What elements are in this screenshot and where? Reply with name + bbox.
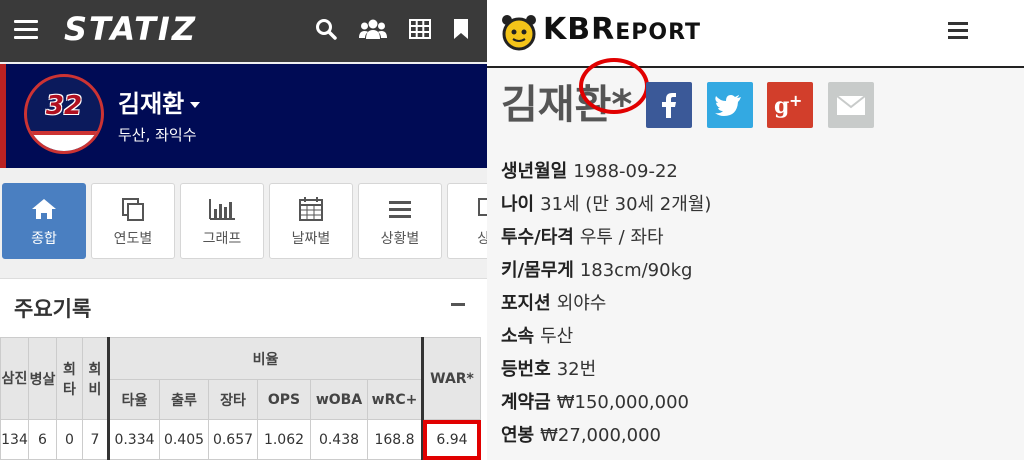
facebook-share-button[interactable] bbox=[646, 82, 692, 128]
tab-by-year[interactable]: 연도별 bbox=[91, 183, 175, 259]
info-row-team: 소속 두산 bbox=[501, 326, 574, 347]
col-header-gidp: 병살 bbox=[28, 337, 57, 420]
caret-down-icon bbox=[190, 102, 201, 108]
email-share-button[interactable] bbox=[828, 82, 874, 128]
kbreport-panel: KBREPORT 김재환* g + 생년월일 1988-09-22 나이 31세 (만… bbox=[487, 0, 1024, 460]
kbreport-logo[interactable]: KBREPORT bbox=[543, 12, 701, 47]
section-title: 주요기록 bbox=[14, 297, 92, 321]
red-circle-annotation bbox=[579, 58, 649, 114]
table-cell: 0 bbox=[56, 419, 83, 460]
info-row-throw-bat: 투수/타격 우투 / 좌타 bbox=[501, 227, 664, 248]
calendar-icon bbox=[299, 197, 323, 221]
twitter-share-button[interactable] bbox=[707, 82, 753, 128]
bar-chart-icon bbox=[209, 199, 235, 220]
search-icon[interactable] bbox=[315, 18, 337, 40]
tab-by-situation[interactable]: 상황별 bbox=[358, 183, 442, 259]
facebook-icon bbox=[662, 93, 676, 118]
table-cell: 6 bbox=[28, 419, 57, 460]
bookmark-icon[interactable] bbox=[453, 18, 469, 40]
table-cell: 0.334 bbox=[107, 419, 160, 460]
statiz-topbar: STATIZ bbox=[0, 0, 487, 62]
table-cell: 168.8 bbox=[367, 419, 423, 460]
tab-graph[interactable]: 그래프 bbox=[180, 183, 264, 259]
info-row-salary: 연봉 ₩27,000,000 bbox=[501, 425, 661, 446]
statiz-logo[interactable]: STATIZ bbox=[64, 10, 197, 48]
tab-by-date[interactable]: 날짜별 bbox=[269, 183, 353, 259]
table-cell: 0.405 bbox=[159, 419, 209, 460]
stats-table: 삼진 병살 희타 희비 비율 WAR* 타율 출루 장타 OPS wOBA wR… bbox=[0, 337, 481, 460]
info-row-height-weight: 키/몸무게 183cm/90kg bbox=[501, 260, 693, 281]
kbreport-header: KBREPORT bbox=[487, 0, 1024, 68]
copy-icon bbox=[122, 198, 144, 221]
statiz-panel: STATIZ 32 김재환 두산, 좌익수 종합 연도별 그래프 날짜별 상황별… bbox=[0, 0, 487, 460]
war-value-highlight: 6.94 bbox=[421, 419, 481, 460]
copy-icon bbox=[478, 198, 487, 216]
info-row-age: 나이 31세 (만 30세 2개월) bbox=[501, 194, 712, 215]
player-header: 32 김재환 두산, 좌익수 bbox=[0, 64, 487, 168]
player-name-dropdown[interactable]: 김재환 bbox=[118, 84, 201, 119]
col-header-war: WAR* bbox=[421, 337, 481, 420]
player-info-list: 생년월일 1988-09-22 나이 31세 (만 30세 2개월) 투수/타격 우투… bbox=[501, 158, 711, 455]
table-cell: 0.438 bbox=[310, 419, 368, 460]
svg-text:+: + bbox=[789, 91, 802, 110]
table-cell: 134 bbox=[0, 419, 29, 460]
table-cell: 7 bbox=[82, 419, 109, 460]
info-row-birthdate: 생년월일 1988-09-22 bbox=[501, 161, 678, 182]
tab-more[interactable]: 상H bbox=[447, 183, 487, 259]
email-icon bbox=[836, 95, 866, 115]
col-header-woba: wOBA bbox=[310, 379, 368, 420]
table-row: 134 6 0 7 0.334 0.405 0.657 1.062 0.438 … bbox=[0, 419, 481, 460]
player-number-badge: 32 bbox=[24, 74, 104, 154]
info-row-signing-bonus: 계약금 ₩150,000,000 bbox=[501, 392, 689, 413]
list-icon bbox=[389, 201, 411, 218]
info-row-position: 포지션 외야수 bbox=[501, 293, 607, 314]
key-stats-section: 주요기록 삼진 병살 희타 희비 비율 WAR* 타율 출루 장타 OPS wO… bbox=[0, 278, 487, 460]
menu-icon[interactable] bbox=[14, 20, 38, 40]
table-cell: 0.657 bbox=[208, 419, 258, 460]
col-header-ops: OPS bbox=[257, 379, 311, 420]
table-icon[interactable] bbox=[409, 19, 431, 39]
google-plus-share-button[interactable]: g + bbox=[767, 82, 813, 128]
col-header-strikeouts: 삼진 bbox=[0, 337, 29, 420]
collapse-icon[interactable] bbox=[451, 303, 465, 306]
topbar-icons bbox=[315, 18, 469, 40]
col-header-avg: 타율 bbox=[107, 379, 160, 420]
player-team-position: 두산, 좌익수 bbox=[118, 126, 197, 144]
rates-group-header: 비율 bbox=[107, 337, 423, 380]
home-icon bbox=[32, 199, 56, 219]
users-icon[interactable] bbox=[359, 18, 387, 40]
col-header-sac-bunt: 희타 bbox=[56, 337, 83, 420]
table-cell: 1.062 bbox=[257, 419, 311, 460]
menu-icon[interactable] bbox=[948, 22, 968, 40]
tab-summary[interactable]: 종합 bbox=[2, 183, 86, 259]
info-row-number: 등번호 32번 bbox=[501, 359, 597, 380]
col-header-sac-fly: 희비 bbox=[82, 337, 109, 420]
svg-text:g: g bbox=[774, 93, 789, 119]
stat-tabs: 종합 연도별 그래프 날짜별 상황별 상H bbox=[0, 183, 487, 261]
google-plus-icon: g + bbox=[774, 91, 802, 119]
col-header-slg: 장타 bbox=[208, 379, 258, 420]
twitter-icon bbox=[715, 95, 741, 116]
col-header-wrc-plus: wRC+ bbox=[367, 379, 423, 420]
mascot-logo-icon bbox=[502, 15, 536, 51]
col-header-obp: 출루 bbox=[159, 379, 209, 420]
